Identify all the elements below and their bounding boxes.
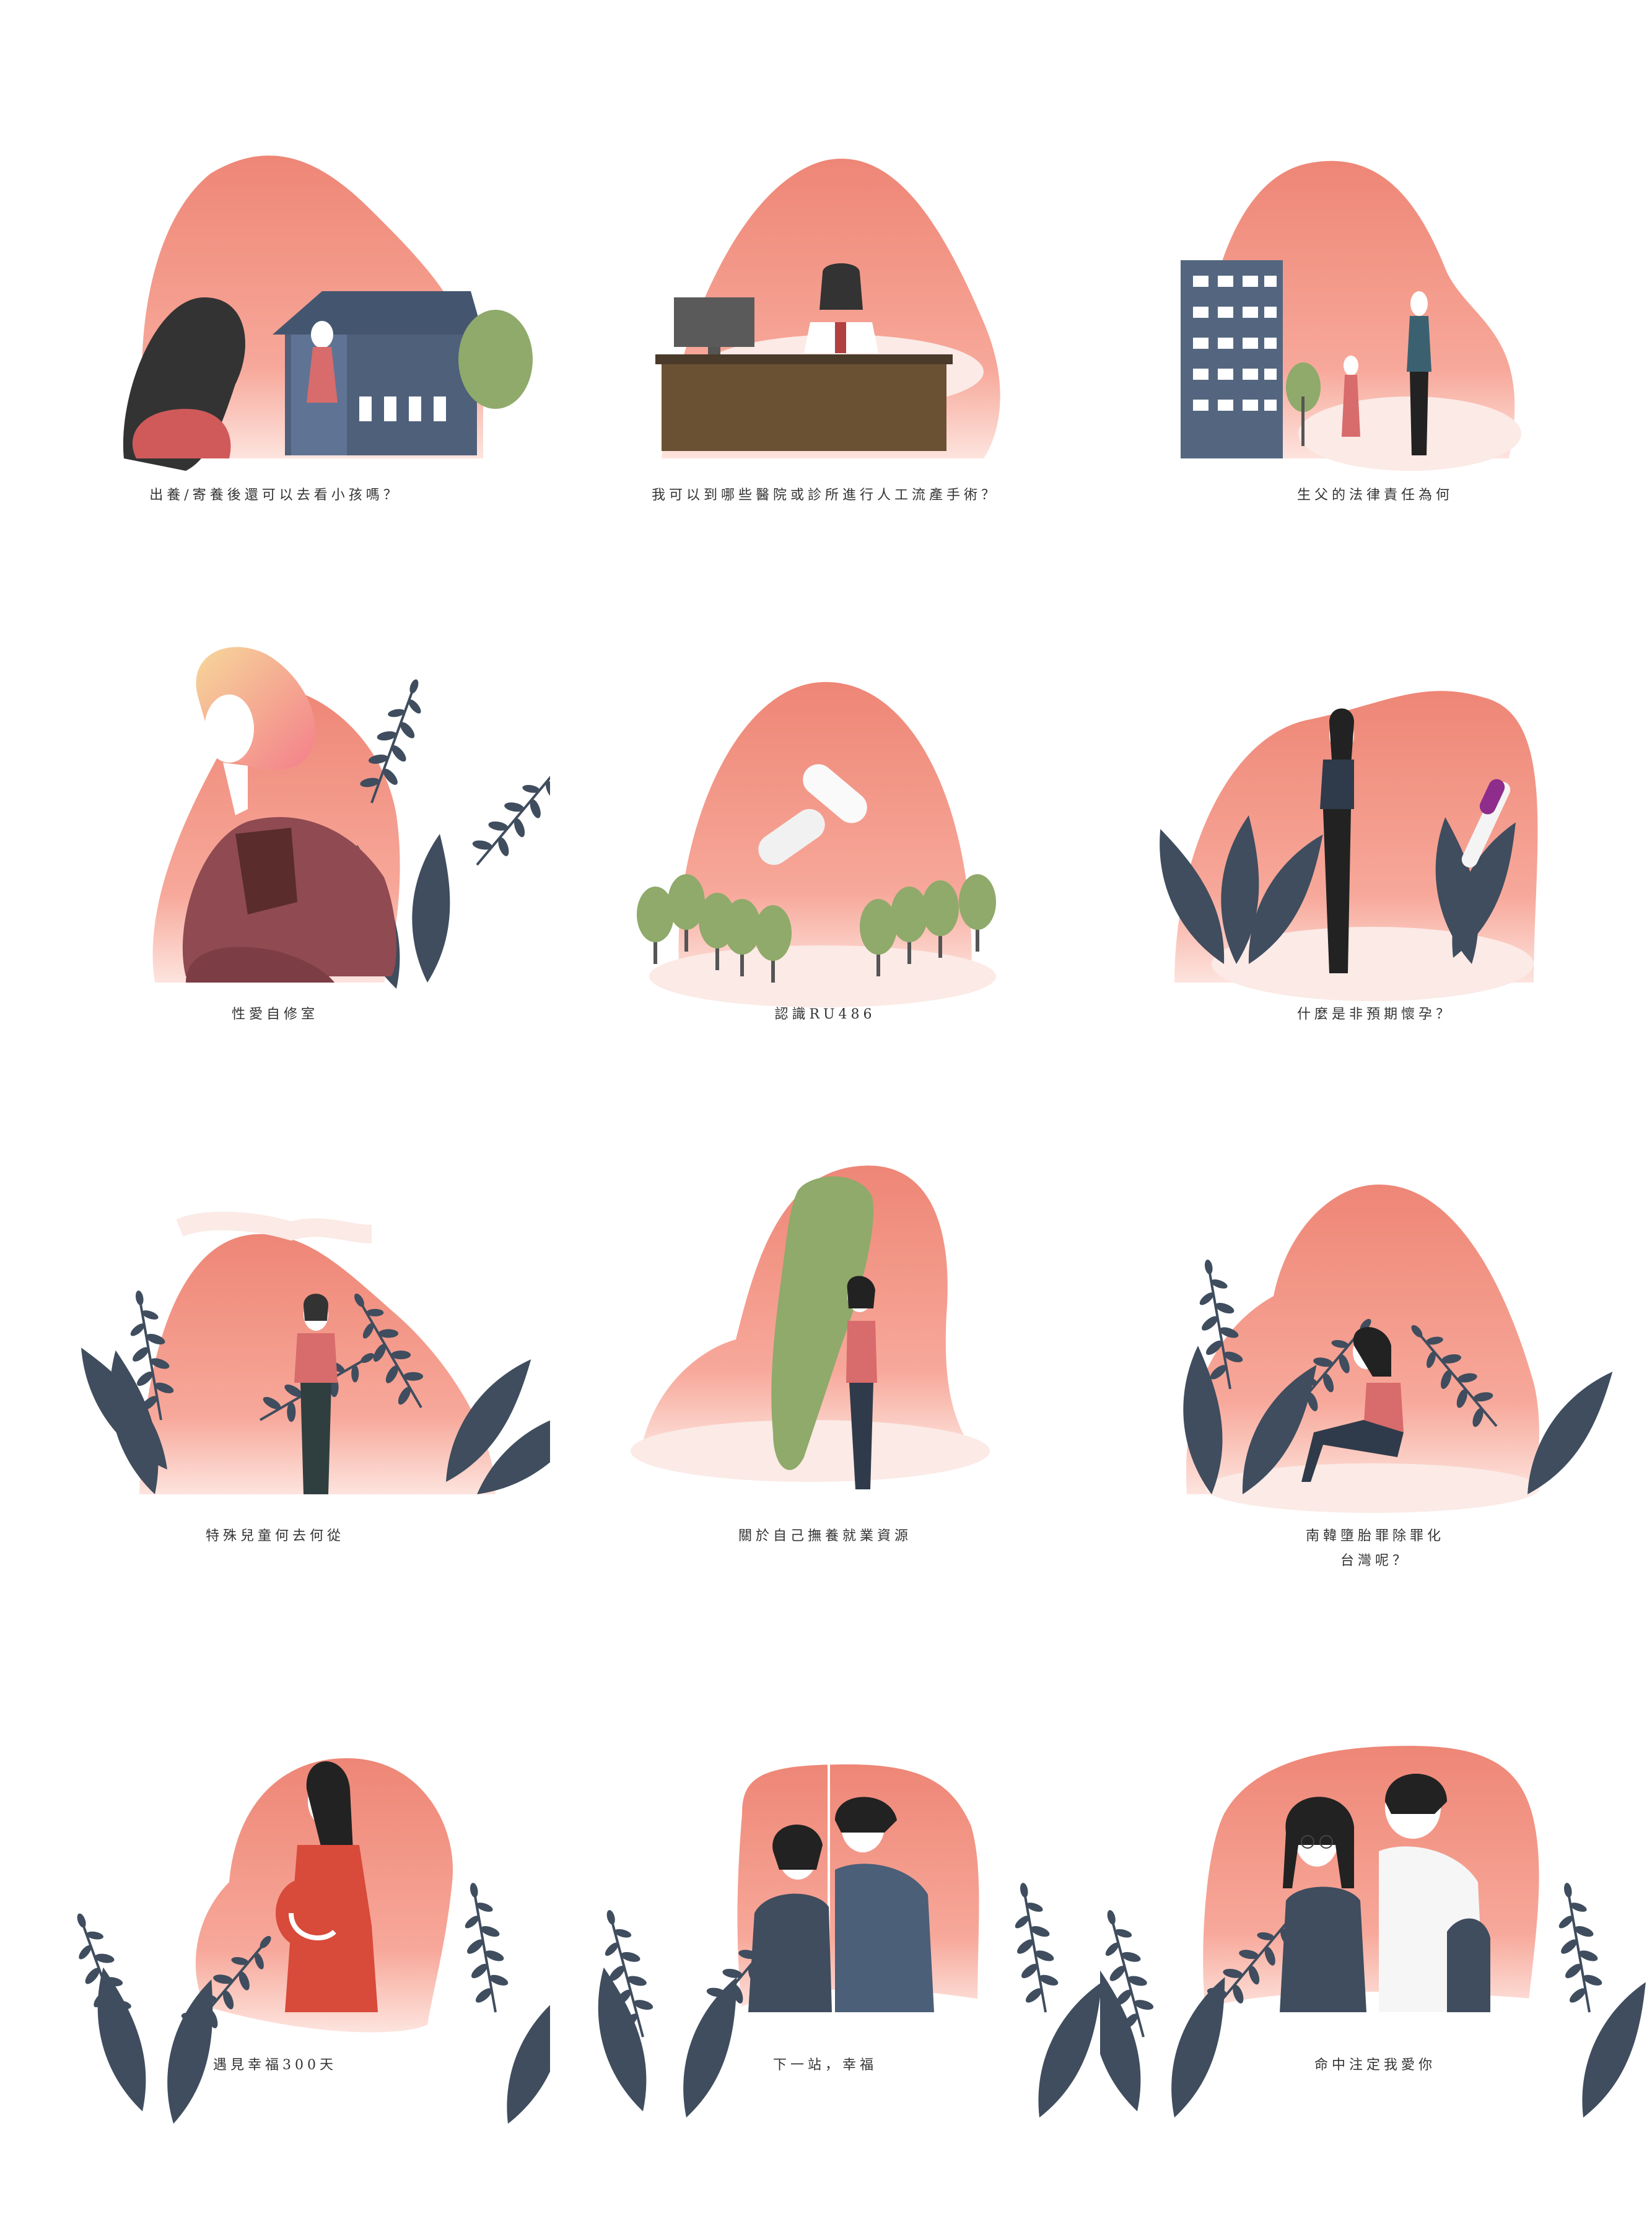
card-next-stop[interactable]: 下一站，幸福 — [550, 1665, 1100, 2220]
card-fated-love[interactable]: 命中注定我愛你 — [1100, 1665, 1650, 2220]
card-special-children[interactable]: 特殊兒童何去何從 — [0, 1110, 550, 1665]
card-caption: 性愛自修室 — [231, 1007, 318, 1022]
adoption-house-illustration — [123, 156, 533, 471]
standing-girl-illustration — [59, 1211, 550, 1512]
card-father[interactable]: 生父的法律責任為何 — [1100, 0, 1650, 555]
card-unplanned-pregnancy[interactable]: 什麼是非預期懷孕？ — [1100, 555, 1650, 1110]
card-caption: 南韓墮胎罪除罪化 台灣呢？ — [1305, 1528, 1444, 1569]
card-caption: 認識RU486 — [774, 1007, 876, 1022]
couple-glasses-illustration — [1100, 1746, 1650, 2126]
taiwan-map-illustration — [631, 1165, 990, 1489]
sitting-woman-illustration — [1171, 1185, 1622, 1513]
card-clinic[interactable]: 我可以到哪些醫院或診所進行人工流產手術？ — [550, 0, 1100, 555]
couple-illustration — [577, 1764, 1100, 2126]
card-ru486[interactable]: 認識RU486 — [550, 555, 1100, 1110]
card-caption: 關於自己撫養就業資源 — [738, 1528, 912, 1544]
card-caption: 生父的法律責任為何 — [1296, 488, 1453, 503]
card-caption: 下一站，幸福 — [772, 2057, 877, 2073]
card-caption: 遇見幸福300天 — [213, 2057, 337, 2073]
card-decriminalization[interactable]: 南韓墮胎罪除罪化 台灣呢？ — [1100, 1110, 1650, 1665]
card-sex-ed[interactable]: 性愛自修室 — [0, 555, 550, 1110]
card-employment-resources[interactable]: 關於自己撫養就業資源 — [550, 1110, 1100, 1665]
card-300-days[interactable]: 遇見幸福300天 — [0, 1665, 550, 2220]
card-caption: 什麼是非預期懷孕？ — [1296, 1007, 1453, 1022]
card-caption: 我可以到哪些醫院或診所進行人工流產手術？ — [651, 488, 999, 503]
pregnant-woman-illustration — [59, 1758, 550, 2132]
card-caption: 出養/寄養後還可以去看小孩嗎？ — [149, 488, 401, 503]
card-adoption[interactable]: 出養/寄養後還可以去看小孩嗎？ — [0, 0, 550, 555]
card-caption: 命中注定我愛你 — [1314, 2057, 1436, 2073]
father-building-illustration — [1181, 160, 1521, 471]
clinic-doctor-illustration — [655, 159, 1000, 458]
card-caption: 特殊兒童何去何從 — [205, 1528, 344, 1544]
